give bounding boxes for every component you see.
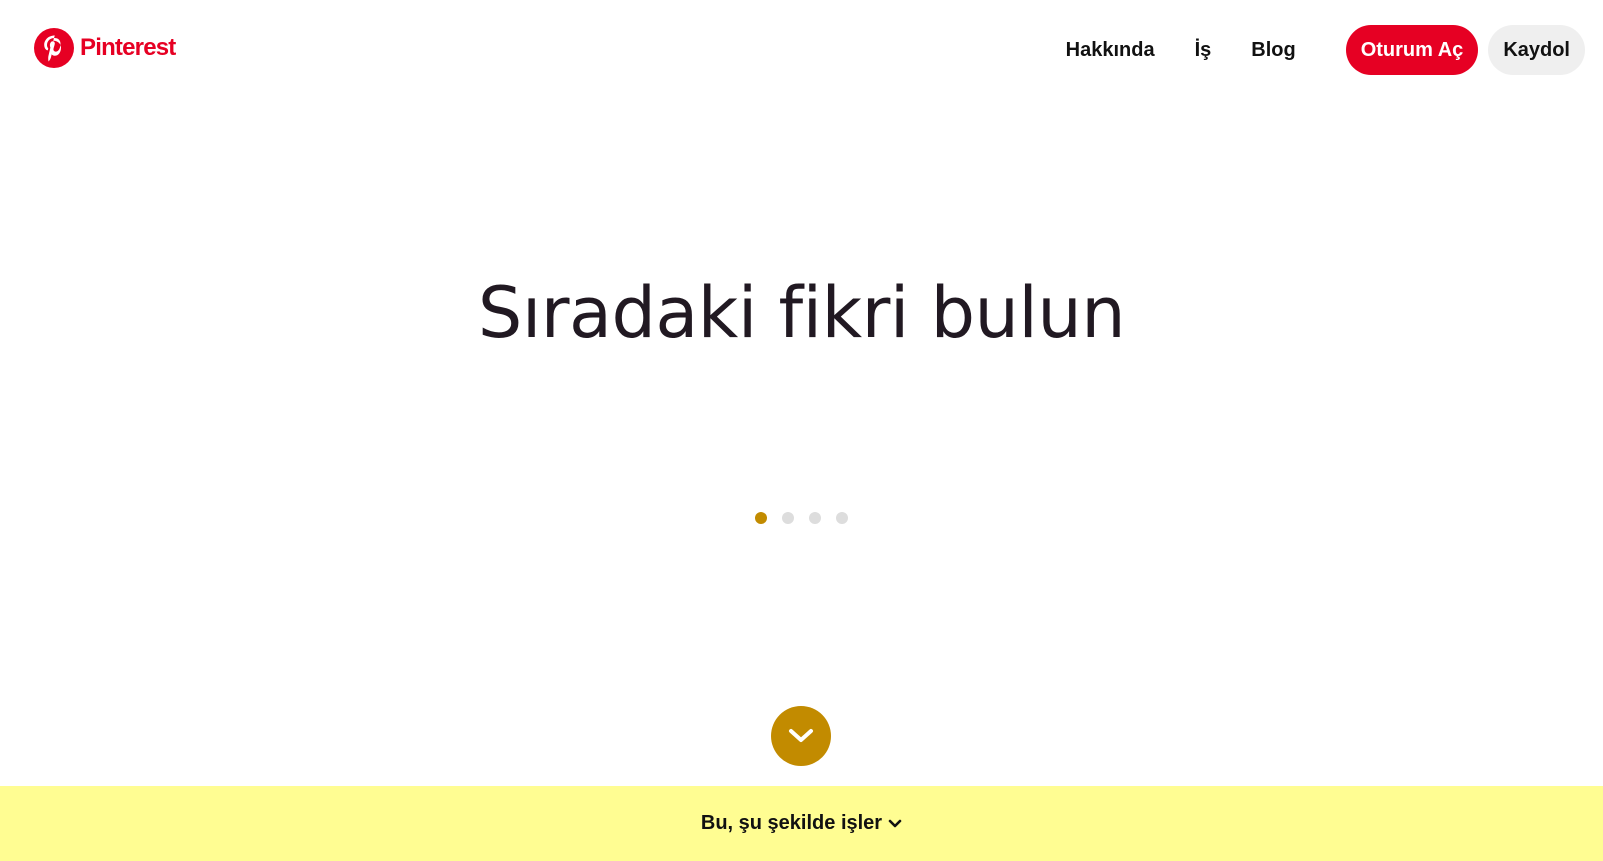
- chevron-down-icon: [888, 819, 902, 827]
- header: Pinterest Hakkında İş Blog Oturum Aç Kay…: [0, 0, 1603, 100]
- page: Pinterest Hakkında İş Blog Oturum Aç Kay…: [0, 0, 1603, 861]
- nav-link-blog[interactable]: Blog: [1251, 39, 1295, 62]
- nav-link-business[interactable]: İş: [1195, 39, 1212, 62]
- carousel-dot-2[interactable]: [782, 512, 794, 524]
- banner-text: Bu, şu şekilde işler: [700, 812, 883, 834]
- chevron-down-icon: [789, 729, 813, 742]
- carousel-dots: [755, 512, 848, 524]
- top-nav: Hakkında İş Blog Oturum Aç Kaydol: [1066, 25, 1585, 75]
- pinterest-logo[interactable]: Pinterest: [34, 27, 176, 69]
- how-it-works-banner[interactable]: Bu, şu şekilde işler: [0, 786, 1603, 861]
- signup-button[interactable]: Kaydol: [1488, 25, 1585, 75]
- logo-text: Pinterest: [80, 34, 176, 61]
- login-button[interactable]: Oturum Aç: [1345, 25, 1479, 75]
- carousel-dot-3[interactable]: [809, 512, 821, 524]
- hero-title: Sıradaki fikri bulun: [477, 272, 1126, 354]
- scroll-down-button[interactable]: [771, 706, 831, 766]
- carousel-dot-1[interactable]: [755, 512, 767, 524]
- nav-link-about[interactable]: Hakkında: [1066, 39, 1155, 62]
- carousel-dot-4[interactable]: [836, 512, 848, 524]
- pinterest-logo-icon: [34, 28, 74, 68]
- banner-content: Bu, şu şekilde işler: [701, 812, 902, 835]
